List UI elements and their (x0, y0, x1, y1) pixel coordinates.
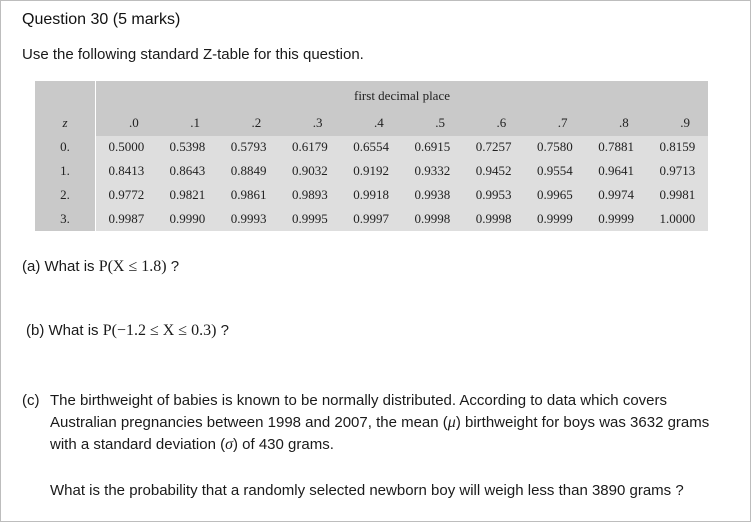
z-table-cell: 0.9032 (279, 159, 341, 184)
z-table-cell: 0.9987 (95, 207, 157, 231)
part-b-math: P(−1.2 ≤ X ≤ 0.3) (102, 322, 217, 339)
z-table-cell: 0.9332 (401, 159, 463, 184)
z-table-cell: 0.7580 (524, 135, 586, 160)
z-table-row-label: 2. (35, 183, 96, 208)
question-heading: Question 30 (5 marks) (22, 11, 180, 29)
z-table-cell: 0.7257 (463, 135, 525, 160)
question-title: Question 30 (22, 11, 109, 28)
question-intro: Use the following standard Z-table for t… (22, 46, 364, 63)
part-c-question: What is the probability that a randomly … (50, 482, 684, 499)
z-table-column-header: .9 (646, 110, 708, 136)
part-c-text: The birthweight of babies is known to be… (50, 390, 737, 456)
z-table-cell: 0.8643 (156, 159, 218, 184)
z-table-cell: 0.5793 (218, 135, 280, 160)
z-table-row-label: 3. (35, 207, 96, 231)
z-table-cell: 0.9641 (585, 159, 647, 184)
z-table-row: 1. 0.8413 0.8643 0.8849 0.9032 0.9192 0.9332 0.… (35, 159, 708, 184)
z-table-column-header: .5 (401, 110, 463, 136)
sigma-symbol: σ (225, 436, 233, 453)
part-a-prefix: What is (44, 258, 95, 275)
z-table-cell: 0.9192 (340, 159, 402, 184)
z-table-cell: 0.9998 (463, 207, 525, 231)
z-table-row: 0. 0.5000 0.5398 0.5793 0.6179 0.6554 0.6915 0.… (35, 135, 708, 160)
z-table-cell: 0.9974 (585, 183, 647, 208)
z-table-column-header: .4 (340, 110, 402, 136)
z-table-cell: 0.9999 (524, 207, 586, 231)
z-table-corner-label: z (35, 110, 96, 136)
z-table-column-header-row: z .0.1.2.3.4.5.6.7.8.9 (35, 110, 708, 136)
z-table-cell: 0.9772 (95, 183, 157, 208)
z-table-column-header: .2 (218, 110, 280, 136)
z-table-cell: 0.8159 (646, 135, 708, 160)
part-a-math: P(X ≤ 1.8) (98, 258, 167, 275)
z-table: first decimal place z .0.1.2.3.4.5.6.7.8… (35, 81, 708, 231)
z-table-cell: 0.6554 (340, 135, 402, 160)
part-c-label: (c) (22, 392, 40, 409)
z-table-cell: 0.9990 (156, 207, 218, 231)
z-table-column-header: .6 (463, 110, 525, 136)
part-b-suffix: ? (220, 322, 229, 339)
z-table-column-header: .0 (95, 110, 157, 136)
z-table-cell: 0.9997 (340, 207, 402, 231)
z-table-cell: 0.9995 (279, 207, 341, 231)
z-table-group-header-row: first decimal place (35, 81, 708, 111)
part-b-prefix: What is (48, 322, 99, 339)
z-table-column-header: .3 (279, 110, 341, 136)
z-table-cell: 0.8849 (218, 159, 280, 184)
z-table-cell: 0.9918 (340, 183, 402, 208)
z-table-cell: 0.9965 (524, 183, 586, 208)
z-table-cell: 0.9981 (646, 183, 708, 208)
part-b-label: (b) (26, 322, 45, 339)
z-table-row: 3. 0.9987 0.9990 0.9993 0.9995 0.9997 0.9998 0.… (35, 207, 708, 231)
z-table-cell: 0.9938 (401, 183, 463, 208)
part-b: (b) What is P(−1.2 ≤ X ≤ 0.3) ? (26, 322, 229, 340)
part-c: (c) The birthweight of babies is known t… (22, 390, 737, 456)
z-table-cell: 0.6915 (401, 135, 463, 160)
z-table-cell: 0.9554 (524, 159, 586, 184)
z-table-cell: 0.8413 (95, 159, 157, 184)
z-table-row-label: 1. (35, 159, 96, 184)
z-table-group-header: first decimal place (95, 81, 708, 111)
z-table-cell: 0.9998 (401, 207, 463, 231)
part-a-suffix: ? (170, 258, 180, 275)
z-table-cell: 0.7881 (585, 135, 647, 160)
z-table-column-header: .1 (156, 110, 218, 136)
part-a: (a) What is P(X ≤ 1.8) ? (22, 258, 179, 276)
z-table-cell: 0.9953 (463, 183, 525, 208)
part-a-label: (a) (22, 258, 41, 275)
z-table-cell: 0.9893 (279, 183, 341, 208)
z-table-cell: 0.6179 (279, 135, 341, 160)
z-table-row-label: 0. (35, 135, 96, 160)
z-table-cell: 0.9821 (156, 183, 218, 208)
part-c-text-3: ) of 430 grams. (233, 436, 334, 453)
z-table-cell: 0.5000 (95, 135, 157, 160)
z-table-row: 2. 0.9772 0.9821 0.9861 0.9893 0.9918 0.9938 0.… (35, 183, 708, 208)
z-table-column-header: .8 (585, 110, 647, 136)
z-table-cell: 0.9452 (463, 159, 525, 184)
z-table-cell: 0.9999 (585, 207, 647, 231)
mu-symbol: μ (447, 414, 456, 431)
z-table-cell: 0.5398 (156, 135, 218, 160)
z-table-cell: 0.9993 (218, 207, 280, 231)
z-table-cell: 1.0000 (646, 207, 708, 231)
question-marks: (5 marks) (112, 11, 181, 28)
z-table-cell: 0.9861 (218, 183, 280, 208)
z-table-cell: 0.9713 (646, 159, 708, 184)
z-table-column-header: .7 (524, 110, 586, 136)
